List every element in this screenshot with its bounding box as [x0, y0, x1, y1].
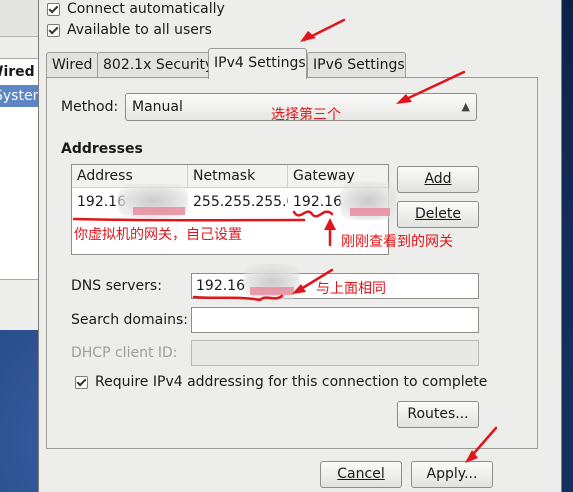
squiggle-gateway — [292, 210, 334, 218]
tab-ipv4-settings[interactable]: IPv4 Settings — [208, 48, 307, 79]
arrowhead-dns — [292, 284, 306, 294]
underline-address-row — [72, 217, 306, 222]
arrowhead-gateway — [324, 218, 336, 230]
squiggle-dns — [192, 294, 284, 302]
arrowhead-method — [396, 94, 412, 104]
arrow-to-method — [398, 70, 466, 104]
arrowhead-ipv4-tab — [300, 31, 316, 42]
